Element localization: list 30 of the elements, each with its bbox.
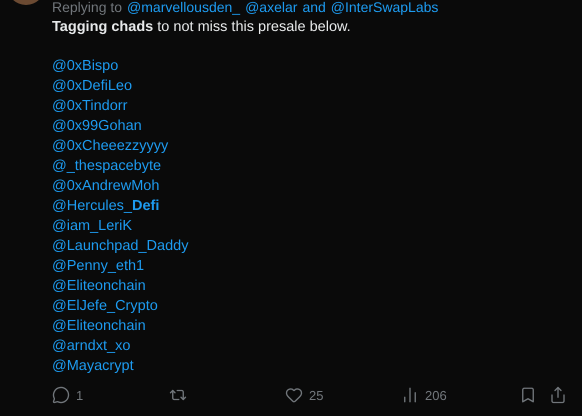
like-button[interactable]: 25 xyxy=(285,386,401,404)
reply-label: Replying to xyxy=(52,0,122,15)
mention-link[interactable]: @Eliteonchain xyxy=(52,276,146,296)
mention-link[interactable]: @arndxt_xo xyxy=(52,336,130,356)
reply-button[interactable]: 1 xyxy=(52,386,169,404)
mention-link[interactable]: @0xDefiLeo xyxy=(52,76,132,96)
mention-link[interactable]: @Hercules_Defi xyxy=(52,196,160,216)
mention-link[interactable]: @0xBispo xyxy=(52,56,118,76)
mention-link[interactable]: @Eliteonchain xyxy=(52,316,146,336)
mention-link[interactable]: @0xTindorr xyxy=(52,96,128,116)
mention-link[interactable]: @ElJefe_Crypto xyxy=(52,296,158,316)
mention-link[interactable]: @iam_LeriK xyxy=(52,216,132,236)
heart-icon xyxy=(285,386,303,404)
mention-link[interactable]: @0xCheeezzyyyy xyxy=(52,136,168,156)
mention-link[interactable]: and xyxy=(302,0,326,15)
reply-icon xyxy=(52,386,70,404)
mention-link[interactable]: @Launchpad_Daddy xyxy=(52,236,188,256)
mention-link[interactable]: @_thespacebyte xyxy=(52,156,162,176)
mention-link[interactable]: @marvellousden_ xyxy=(127,0,240,15)
mention-link[interactable]: @0x99Gohan xyxy=(52,116,142,136)
bookmark-icon xyxy=(519,386,537,404)
mention-link[interactable]: @Mayacrypt xyxy=(52,356,134,376)
mention-link[interactable]: @Penny_eth1 xyxy=(52,256,144,276)
mention-link[interactable]: @InterSwapLabs xyxy=(330,0,438,15)
mention-link[interactable]: @axelar xyxy=(245,0,298,15)
post-text: Tagging chads to not miss this presale below. xyxy=(52,18,352,37)
views-button[interactable]: 206 xyxy=(401,386,519,404)
mention-link[interactable]: @0xAndrewMoh xyxy=(52,176,160,196)
share-icon xyxy=(549,386,567,404)
bar-chart-icon xyxy=(401,386,419,404)
